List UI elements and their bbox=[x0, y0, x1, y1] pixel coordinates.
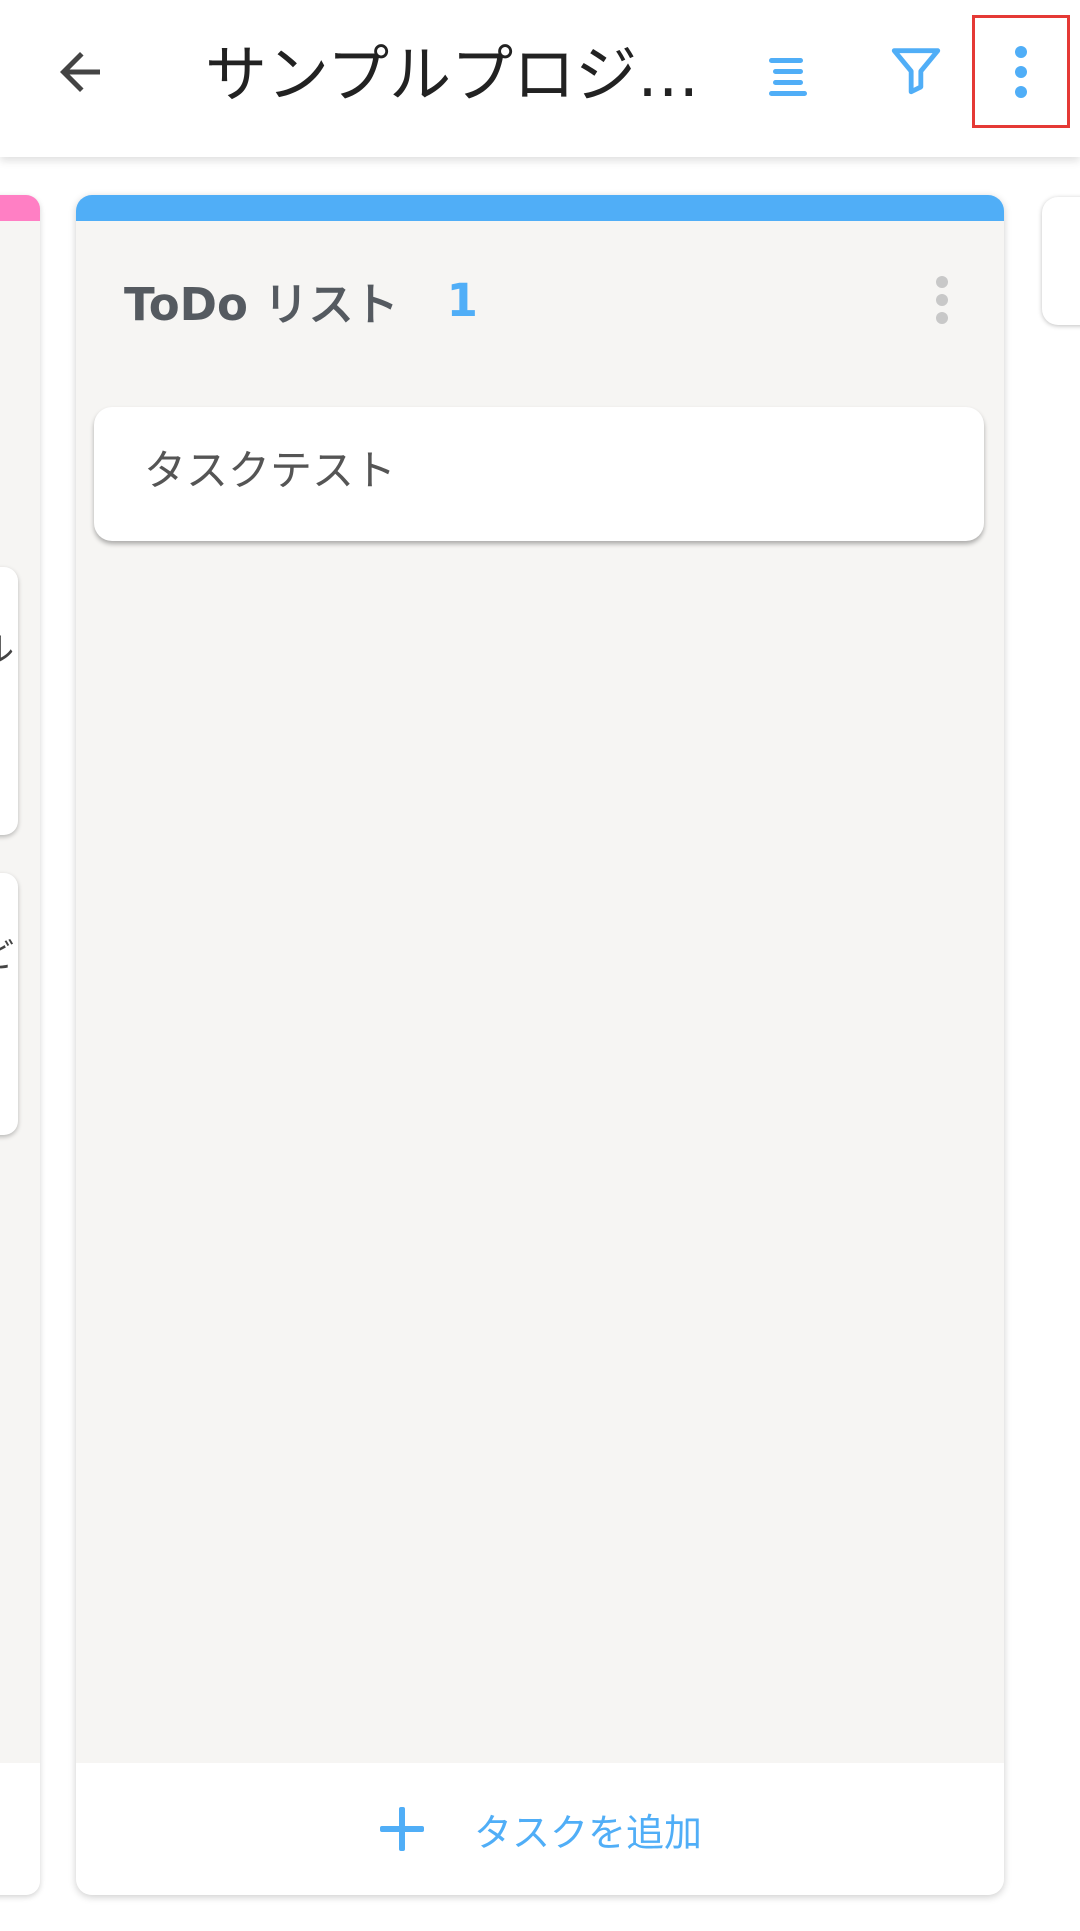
column-title: ToDo リスト bbox=[124, 277, 399, 331]
more-options-button[interactable] bbox=[972, 15, 1070, 128]
kanban-board[interactable]: ル ど ToDo リスト 1 タスクテスト タスクを追加 bbox=[0, 157, 1080, 1931]
task-title-fragment: ど bbox=[0, 928, 14, 977]
task-card[interactable]: タスクテスト bbox=[94, 407, 984, 541]
task-card[interactable]: ル bbox=[0, 567, 18, 835]
plus-icon bbox=[379, 1807, 424, 1851]
task-card[interactable]: ど bbox=[0, 873, 18, 1135]
task-title-fragment: ル bbox=[0, 622, 14, 671]
add-task-button[interactable]: タスクを追加 bbox=[76, 1763, 1004, 1895]
filter-funnel-icon bbox=[891, 48, 941, 95]
task-title: タスクテスト bbox=[144, 446, 397, 495]
menu-dot-icon bbox=[936, 294, 948, 306]
board-column-left: ル ど bbox=[0, 195, 40, 1895]
column-accent-bar bbox=[76, 195, 1004, 221]
sort-lines-icon bbox=[769, 58, 807, 96]
back-button[interactable] bbox=[30, 22, 130, 122]
menu-dot-icon bbox=[936, 276, 948, 288]
top-app-bar: サンプルプロジェ… bbox=[0, 0, 1080, 157]
sort-button[interactable] bbox=[740, 25, 840, 125]
board-column-right[interactable] bbox=[1042, 197, 1080, 325]
menu-dot-icon bbox=[936, 312, 948, 324]
board-column-todo: ToDo リスト 1 タスクテスト タスクを追加 bbox=[76, 195, 1004, 1895]
arrow-back-icon bbox=[60, 52, 100, 92]
more-vert-icon bbox=[1015, 45, 1027, 98]
column-menu-button[interactable] bbox=[922, 265, 962, 335]
column-header: ToDo リスト 1 bbox=[124, 265, 478, 335]
column-accent-bar bbox=[0, 195, 40, 221]
filter-button[interactable] bbox=[866, 20, 966, 120]
task-count-badge: 1 bbox=[446, 273, 478, 327]
column-footer bbox=[0, 1763, 40, 1895]
add-task-label: タスクを追加 bbox=[473, 1810, 702, 1855]
page-title: サンプルプロジェ… bbox=[205, 38, 735, 111]
